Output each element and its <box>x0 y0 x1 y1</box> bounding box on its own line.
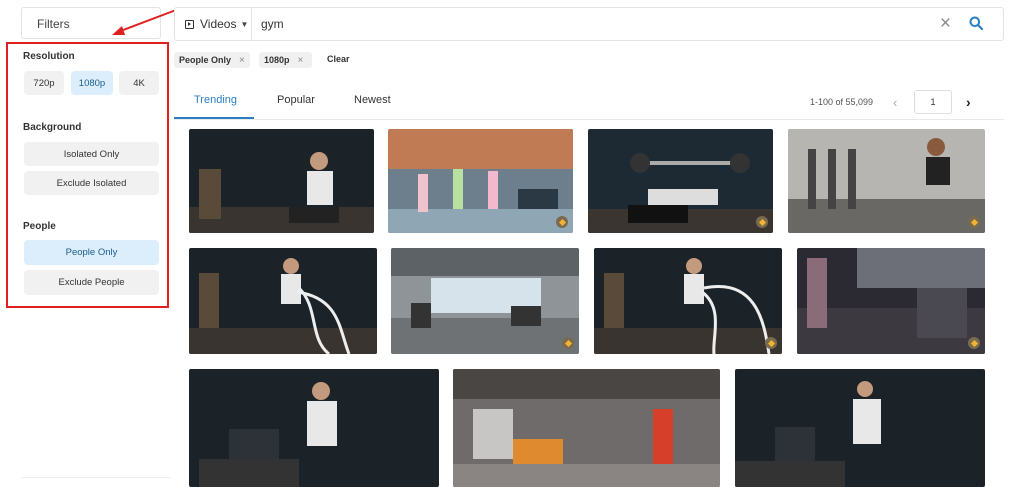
clear-search-icon[interactable]: × <box>940 13 951 35</box>
filters-title: Filters <box>37 17 70 31</box>
filter-chip-1080p[interactable]: 1080p × <box>259 52 312 68</box>
next-page-icon[interactable]: › <box>966 94 971 110</box>
premium-icon <box>765 337 777 349</box>
video-thumbnail[interactable] <box>388 129 573 233</box>
resolution-4k-button[interactable]: 4K <box>119 71 159 95</box>
isolated-only-button[interactable]: Isolated Only <box>24 142 159 166</box>
divider <box>21 477 171 478</box>
chip-label: People Only <box>179 55 232 65</box>
resolution-title: Resolution <box>23 51 75 62</box>
video-thumbnail[interactable] <box>594 248 782 354</box>
video-thumbnail[interactable] <box>453 369 720 487</box>
exclude-isolated-button[interactable]: Exclude Isolated <box>24 171 159 195</box>
tab-trending[interactable]: Trending <box>194 94 237 106</box>
search-icon[interactable] <box>969 16 983 30</box>
background-title: Background <box>23 122 82 133</box>
search-bar: Videos ▼ gym × <box>174 7 1004 41</box>
people-title: People <box>23 221 56 232</box>
video-thumbnail[interactable] <box>788 129 985 233</box>
close-icon[interactable]: × <box>239 55 245 66</box>
premium-icon <box>562 337 574 349</box>
clear-filters-link[interactable]: Clear <box>327 54 350 64</box>
video-thumbnail[interactable] <box>189 248 377 354</box>
resolution-1080p-button[interactable]: 1080p <box>71 71 113 95</box>
media-type-label: Videos <box>200 17 237 31</box>
filter-panel: Resolution 720p 1080p 4K Background Isol… <box>6 42 169 308</box>
premium-icon <box>756 216 768 228</box>
video-thumbnail[interactable] <box>588 129 773 233</box>
page-input[interactable]: 1 <box>914 90 952 114</box>
active-tab-indicator <box>174 117 254 119</box>
people-only-button[interactable]: People Only <box>24 240 159 265</box>
video-thumbnail[interactable] <box>189 129 374 233</box>
premium-icon <box>556 216 568 228</box>
video-thumbnail[interactable] <box>189 369 439 487</box>
chevron-down-icon: ▼ <box>240 19 249 29</box>
results-count: 1-100 of 55,099 <box>810 97 874 107</box>
media-type-select[interactable]: Videos ▼ <box>175 8 252 40</box>
search-input[interactable]: gym <box>261 17 284 31</box>
filter-chip-people-only[interactable]: People Only × <box>174 52 250 68</box>
video-thumbnail[interactable] <box>735 369 985 487</box>
prev-page-icon[interactable]: ‹ <box>893 95 897 110</box>
video-icon <box>185 19 194 29</box>
premium-icon <box>968 216 980 228</box>
resolution-720p-button[interactable]: 720p <box>24 71 64 95</box>
premium-icon <box>968 337 980 349</box>
tabs-divider <box>174 119 1004 120</box>
video-thumbnail[interactable] <box>391 248 579 354</box>
tab-newest[interactable]: Newest <box>354 94 391 106</box>
tab-popular[interactable]: Popular <box>277 94 315 106</box>
annotation-arrow <box>112 9 177 35</box>
chip-label: 1080p <box>264 55 290 65</box>
exclude-people-button[interactable]: Exclude People <box>24 270 159 295</box>
video-thumbnail[interactable] <box>797 248 985 354</box>
close-icon[interactable]: × <box>298 55 304 66</box>
